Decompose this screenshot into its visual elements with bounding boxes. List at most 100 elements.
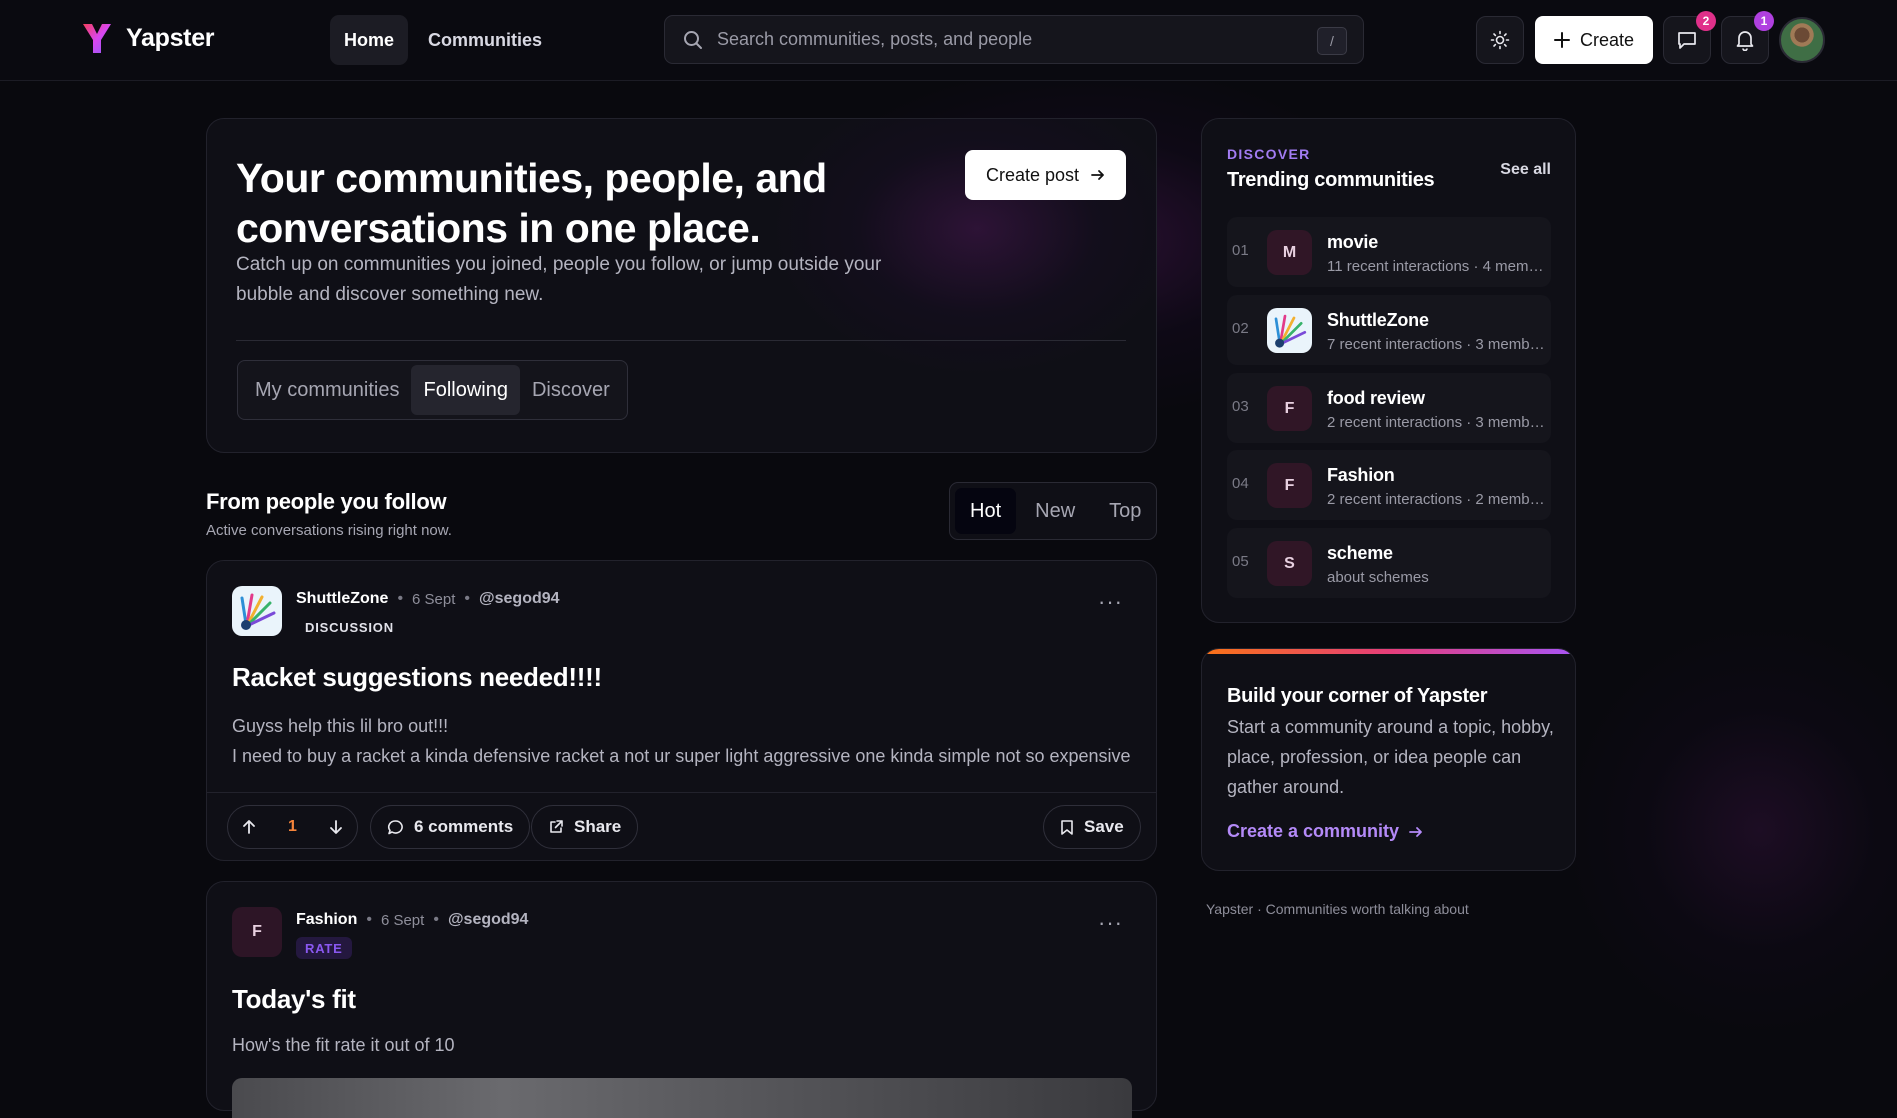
meta-separator: • — [464, 590, 471, 607]
trending-item[interactable]: 03 F food review 2 recent interactions ·… — [1227, 373, 1551, 443]
post-author[interactable]: @segod94 — [448, 911, 529, 929]
post-body-line: Guyss help this lil bro out!!! — [232, 716, 449, 736]
post-date: 6 Sept — [380, 911, 425, 929]
upvote-icon[interactable] — [242, 819, 256, 835]
build-community-card: Build your corner of Yapster Start a com… — [1201, 648, 1576, 871]
notifications-badge: 1 — [1754, 11, 1774, 31]
search-shortcut-key: / — [1317, 27, 1347, 55]
downvote-icon[interactable] — [329, 819, 343, 835]
tab-my-communities[interactable]: My communities — [243, 365, 411, 415]
comments-button[interactable]: 6 comments — [370, 805, 531, 849]
post-body: How's the fit rate it out of 10 — [232, 1030, 455, 1060]
post-meta: Fashion • 6 Sept • @segod94 — [296, 911, 528, 929]
feed-subtitle: Active conversations rising right now. — [206, 522, 452, 539]
post-card[interactable]: F Fashion • 6 Sept • @segod94 RATE ··· T… — [206, 881, 1157, 1118]
meta-separator: • — [433, 911, 439, 928]
community-avatar[interactable]: F — [232, 907, 282, 957]
community-avatar: F — [1267, 386, 1312, 431]
post-tag: RATE — [296, 937, 352, 959]
accent-bar — [1202, 649, 1575, 654]
shuttlecock-icon — [1274, 314, 1307, 348]
community-stats: 11 recent interactions · 4 memb... — [1327, 258, 1549, 275]
share-icon — [550, 820, 563, 833]
yapster-logo-icon — [83, 24, 111, 53]
share-button[interactable]: Share — [531, 805, 639, 849]
trending-item[interactable]: 01 M movie 11 recent interactions · 4 me… — [1227, 217, 1551, 287]
community-stats: 2 recent interactions · 3 members — [1327, 414, 1549, 431]
vote-count: 1 — [288, 818, 297, 835]
post-image[interactable] — [232, 1078, 1132, 1118]
background-glow — [1560, 620, 1897, 1040]
divider — [236, 340, 1126, 341]
save-label: Save — [1084, 817, 1124, 836]
post-title[interactable]: Racket suggestions needed!!!! — [232, 662, 602, 693]
bell-icon — [1736, 31, 1754, 51]
arrow-right-icon — [1091, 170, 1104, 180]
app-name: Yapster — [126, 23, 215, 52]
community-name: ShuttleZone — [1327, 310, 1429, 330]
divider — [207, 792, 1156, 793]
vote-control: 1 — [227, 805, 358, 849]
build-body: Start a community around a topic, hobby,… — [1227, 717, 1554, 797]
post-date: 6 Sept — [412, 590, 456, 608]
more-options-icon[interactable]: ··· — [1098, 910, 1123, 936]
more-options-icon[interactable]: ··· — [1098, 589, 1123, 615]
post-body-line: How's the fit rate it out of 10 — [232, 1035, 455, 1055]
community-avatar[interactable] — [232, 586, 282, 636]
trending-rank: 01 — [1232, 242, 1249, 259]
feed-title: From people you follow — [206, 489, 447, 514]
community-stats: 7 recent interactions · 3 members — [1327, 336, 1549, 353]
create-post-label: Create post — [985, 164, 1080, 185]
hero-subtitle: Catch up on communities you joined, peop… — [236, 254, 882, 305]
hero-card: Your communities, people, and conversati… — [206, 118, 1157, 453]
sort-tabs: Hot New Top — [949, 482, 1157, 540]
post-community[interactable]: Fashion — [296, 911, 357, 929]
search-icon — [684, 30, 702, 49]
create-community-label: Create a community — [1227, 821, 1400, 841]
see-all-link[interactable]: See all — [1500, 161, 1551, 179]
messages-button[interactable]: 2 — [1663, 11, 1716, 64]
section-eyebrow: DISCOVER — [1227, 146, 1311, 162]
sort-top[interactable]: Top — [1094, 488, 1156, 534]
trending-rank: 05 — [1232, 553, 1249, 570]
user-avatar[interactable] — [1779, 17, 1825, 63]
nav-communities[interactable]: Communities — [414, 15, 556, 65]
trending-rank: 02 — [1232, 320, 1249, 337]
post-author[interactable]: @segod94 — [479, 590, 560, 608]
community-avatar — [1267, 308, 1312, 353]
sort-hot[interactable]: Hot — [955, 488, 1017, 534]
trending-item[interactable]: 02 ShuttleZone 7 recent interactions · 3… — [1227, 295, 1551, 365]
search-input[interactable] — [715, 28, 1279, 51]
theme-toggle-button[interactable] — [1476, 16, 1524, 64]
post-meta: ShuttleZone • 6 Sept • @segod94 — [296, 590, 560, 608]
create-post-button[interactable]: Create post — [965, 150, 1126, 200]
messages-badge: 2 — [1696, 11, 1716, 31]
meta-separator: • — [397, 590, 404, 607]
sort-new[interactable]: New — [1020, 488, 1090, 534]
search-bar[interactable]: / — [664, 15, 1364, 64]
create-button[interactable]: Create — [1535, 16, 1653, 64]
post-title[interactable]: Today's fit — [232, 984, 356, 1015]
trending-communities-card: DISCOVER Trending communities See all 01… — [1201, 118, 1576, 623]
sun-icon — [1490, 30, 1510, 50]
trending-item[interactable]: 05 S scheme about schemes — [1227, 528, 1551, 598]
post-card[interactable]: ShuttleZone • 6 Sept • @segod94 DISCUSSI… — [206, 560, 1157, 861]
post-community[interactable]: ShuttleZone — [296, 590, 388, 608]
hero-title: Your communities, people, and conversati… — [236, 155, 827, 251]
trending-item[interactable]: 04 F Fashion 2 recent interactions · 2 m… — [1227, 450, 1551, 520]
comments-label: 6 comments — [414, 817, 514, 836]
community-name: food review — [1327, 388, 1425, 408]
trending-rank: 03 — [1232, 398, 1249, 415]
save-button[interactable]: Save — [1043, 805, 1141, 849]
community-avatar: M — [1267, 230, 1312, 275]
nav-home[interactable]: Home — [330, 15, 409, 65]
meta-separator: • — [366, 911, 372, 928]
notifications-button[interactable]: 1 — [1721, 11, 1774, 64]
community-name: movie — [1327, 232, 1379, 252]
tab-discover[interactable]: Discover — [520, 365, 622, 415]
logo[interactable]: Yapster — [82, 22, 215, 54]
tab-following[interactable]: Following — [411, 365, 520, 415]
top-bar: Yapster Home Communities / Create 2 1 — [0, 0, 1897, 81]
create-community-link[interactable]: Create a community — [1227, 821, 1423, 842]
create-label: Create — [1579, 29, 1635, 50]
